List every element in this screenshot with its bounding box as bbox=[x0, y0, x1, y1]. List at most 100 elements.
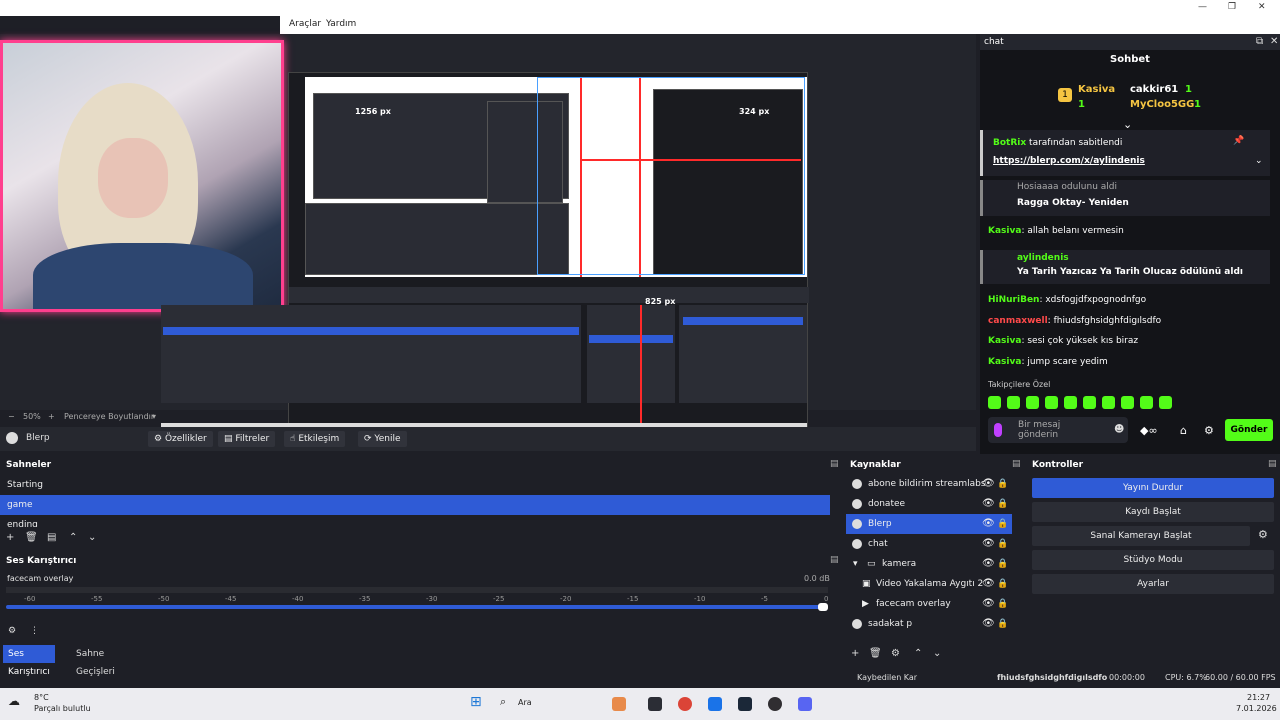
gear-icon[interactable]: ⚙ bbox=[891, 648, 900, 659]
maximize-button[interactable]: ❐ bbox=[1228, 2, 1236, 12]
source-item[interactable]: sadakat p 👁 🔒 bbox=[846, 614, 1012, 634]
emote-icon[interactable] bbox=[988, 396, 1001, 409]
source-item[interactable]: ▣ Video Yakalama Aygıtı 2 👁 🔒 bbox=[846, 574, 1012, 594]
terminal-icon[interactable] bbox=[648, 697, 662, 711]
followers-only-label: Takipçilere Özel bbox=[988, 380, 1051, 389]
scene-item[interactable]: ending bbox=[0, 515, 830, 527]
weather-icon[interactable]: ☁ bbox=[8, 694, 20, 708]
gift-icon[interactable]: ⌂ bbox=[1180, 424, 1187, 437]
source-item[interactable]: ▶ facecam overlay 👁 🔒 bbox=[846, 594, 1012, 614]
dock-menu-icon[interactable]: ▤ bbox=[830, 555, 839, 565]
cpu-usage: CPU: 6.7% bbox=[1165, 673, 1207, 682]
chevron-down-icon[interactable]: ⌄ bbox=[1255, 156, 1263, 166]
leader-name: cakkir61 bbox=[1130, 84, 1179, 95]
chat-dock-title: chat bbox=[984, 37, 1004, 47]
source-item[interactable]: Blerp 👁 🔒 bbox=[846, 514, 1012, 534]
stop-stream-button[interactable]: Yayını Durdur bbox=[1032, 478, 1274, 498]
mixer-tick: -50 bbox=[158, 595, 170, 603]
close-window-button[interactable]: ✕ bbox=[1258, 2, 1266, 12]
start-icon[interactable]: ⊞ bbox=[470, 694, 482, 710]
preview-canvas[interactable]: 1256 px 324 px 825 px bbox=[0, 34, 976, 440]
source-group[interactable]: ▾ ▭ kamera 👁 🔒 bbox=[846, 554, 1012, 574]
send-button[interactable]: Gönder bbox=[1225, 419, 1273, 441]
zoom-level: 50% bbox=[23, 412, 41, 421]
gear-icon[interactable]: ⚙ bbox=[1258, 528, 1268, 541]
more-options-icon[interactable]: ⋮ bbox=[30, 626, 39, 636]
close-icon[interactable]: ✕ bbox=[1270, 36, 1278, 47]
trash-icon[interactable]: 🗑 bbox=[25, 532, 38, 543]
mixer-dock: Ses Karıştırıcı ▤ facecam overlay 0.0 dB… bbox=[0, 552, 842, 642]
tab-scene-transitions[interactable]: Sahne Geçişleri bbox=[71, 645, 120, 677]
obs-icon[interactable] bbox=[768, 697, 782, 711]
chat-dock: chat ⧉ ✕ Sohbet 1 Kasiva 1 cakkir61 1 My… bbox=[980, 34, 1280, 454]
zoom-in-icon[interactable]: + bbox=[48, 412, 55, 421]
source-item[interactable]: donatee 👁 🔒 bbox=[846, 494, 1012, 514]
leader-rank-badge: 1 bbox=[1058, 88, 1072, 102]
move-down-icon[interactable]: ⌄ bbox=[88, 532, 96, 543]
minimize-button[interactable]: — bbox=[1198, 2, 1207, 12]
stream-time: 00:00:00 bbox=[1109, 673, 1145, 682]
chrome-icon[interactable] bbox=[678, 697, 692, 711]
reward-cut-text: Hosiaaaa odulunu aldi bbox=[1017, 182, 1118, 192]
add-icon[interactable]: + bbox=[6, 532, 14, 543]
scene-item[interactable]: Starting bbox=[0, 475, 830, 495]
trash-icon[interactable]: 🗑 bbox=[869, 648, 882, 659]
emote-icon[interactable] bbox=[1159, 396, 1172, 409]
volume-slider[interactable] bbox=[6, 605, 828, 609]
mixer-tick: -30 bbox=[426, 595, 438, 603]
move-up-icon[interactable]: ⌃ bbox=[914, 648, 922, 659]
fps: 60.00 / 60.00 FPS bbox=[1205, 673, 1276, 682]
pin-icon[interactable]: 📌 bbox=[1233, 136, 1244, 146]
tab-audio-mixer[interactable]: Ses Karıştırıcı bbox=[3, 645, 55, 677]
move-down-icon[interactable]: ⌄ bbox=[933, 648, 941, 659]
mic-icon[interactable] bbox=[994, 423, 1002, 437]
chevron-down-icon[interactable]: ▾ bbox=[152, 412, 156, 421]
scene-item[interactable]: game bbox=[0, 495, 830, 515]
source-item[interactable]: abone bildirim streamlabs 👁 🔒 bbox=[846, 474, 1012, 494]
search-icon[interactable]: ⌕ bbox=[500, 695, 506, 709]
mixer-tick: -5 bbox=[761, 595, 768, 603]
search-box[interactable]: Ara bbox=[518, 698, 532, 707]
gear-icon[interactable]: ⚙ bbox=[1204, 424, 1214, 437]
float-icon[interactable]: ⧉ bbox=[1256, 36, 1263, 47]
discord-icon[interactable] bbox=[798, 697, 812, 711]
move-up-icon[interactable]: ⌃ bbox=[69, 532, 77, 543]
dock-menu-icon[interactable]: ▤ bbox=[1268, 459, 1277, 469]
filters-button[interactable]: ▤ Filtreler bbox=[218, 431, 276, 447]
source-item[interactable]: chat 👁 🔒 bbox=[846, 534, 1012, 554]
filter-icon[interactable]: ▤ bbox=[47, 532, 56, 543]
emote-icon[interactable] bbox=[1121, 396, 1134, 409]
properties-button[interactable]: ⚙ Özellikler bbox=[148, 431, 213, 447]
add-icon[interactable]: + bbox=[851, 648, 859, 659]
volume-slider-handle[interactable] bbox=[818, 603, 828, 611]
clock-time: 21:27 bbox=[1247, 693, 1271, 702]
emote-icon[interactable] bbox=[1083, 396, 1096, 409]
fit-mode-select[interactable]: Pencereye Boyutlandır bbox=[64, 412, 154, 421]
steam-icon[interactable] bbox=[738, 697, 752, 711]
emote-icon[interactable] bbox=[1064, 396, 1077, 409]
start-recording-button[interactable]: Kaydı Başlat bbox=[1032, 502, 1274, 522]
dock-menu-icon[interactable]: ▤ bbox=[1012, 459, 1021, 469]
emote-icon[interactable] bbox=[1140, 396, 1153, 409]
gear-icon[interactable]: ⚙ bbox=[8, 626, 16, 636]
pinned-link[interactable]: https://blerp.com/x/aylindenis bbox=[993, 156, 1145, 166]
refresh-button[interactable]: ⟳ Yenile bbox=[358, 431, 407, 447]
emote-icon[interactable] bbox=[1026, 396, 1039, 409]
emote-icon[interactable] bbox=[1045, 396, 1058, 409]
zoom-out-icon[interactable]: − bbox=[8, 412, 15, 421]
emoji-icon[interactable]: ☻ bbox=[1114, 424, 1124, 435]
dock-menu-icon[interactable]: ▤ bbox=[830, 459, 839, 469]
studio-mode-button[interactable]: Stüdyo Modu bbox=[1032, 550, 1274, 570]
chat-message-input[interactable]: Bir mesaj gönderin ☻ bbox=[988, 417, 1128, 443]
channel-points-icon[interactable]: ◆∞ bbox=[1140, 424, 1158, 437]
menu-tools[interactable]: Araçlar bbox=[289, 19, 321, 29]
app-icon[interactable] bbox=[612, 697, 626, 711]
start-virtual-camera-button[interactable]: Sanal Kamerayı Başlat bbox=[1032, 526, 1250, 546]
menu-help[interactable]: Yardım bbox=[326, 19, 356, 29]
emote-icon[interactable] bbox=[1007, 396, 1020, 409]
emote-icon[interactable] bbox=[1102, 396, 1115, 409]
store-icon[interactable] bbox=[708, 697, 722, 711]
source-toolbar: Blerp ⚙ Özellikler ▤ Filtreler ☝ Etkileş… bbox=[0, 427, 976, 451]
settings-button[interactable]: Ayarlar bbox=[1032, 574, 1274, 594]
interact-button[interactable]: ☝ Etkileşim bbox=[284, 431, 346, 447]
